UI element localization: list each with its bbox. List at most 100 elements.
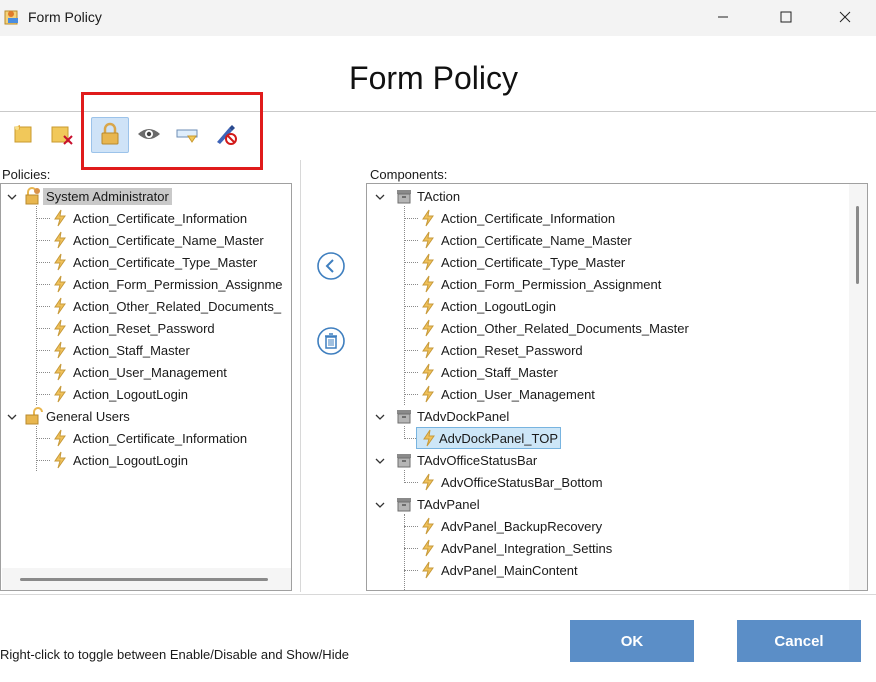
component-item[interactable]: Action_Certificate_Type_Master <box>404 251 628 273</box>
action-bolt-icon <box>418 274 438 294</box>
action-bolt-icon <box>50 428 70 448</box>
component-class-icon <box>394 406 414 426</box>
minimize-icon <box>717 11 729 26</box>
component-group[interactable]: TAdvPanel <box>394 493 483 515</box>
action-bolt-icon <box>50 296 70 316</box>
maximize-button[interactable] <box>763 0 809 36</box>
ok-button[interactable]: OK <box>570 620 694 662</box>
component-item[interactable]: AdvPanel_MainContent <box>404 559 581 581</box>
component-item[interactable]: Action_Other_Related_Documents_Master <box>404 317 692 339</box>
policy-item[interactable]: Action_User_Management <box>36 361 230 383</box>
action-bolt-icon <box>418 362 438 382</box>
component-item[interactable]: Action_Certificate_Name_Master <box>404 229 635 251</box>
collapse-toggle-icon[interactable] <box>6 191 18 203</box>
scrollbar-thumb[interactable] <box>856 206 859 284</box>
action-bolt-icon <box>418 560 438 580</box>
action-bolt-icon <box>50 384 70 404</box>
collapse-toggle-icon[interactable] <box>374 455 386 467</box>
close-button[interactable] <box>822 0 868 36</box>
action-bolt-icon <box>418 516 438 536</box>
policy-item[interactable]: Action_Form_Permission_Assignme <box>36 273 286 295</box>
maximize-icon <box>780 11 792 26</box>
action-bolt-icon <box>50 230 70 250</box>
disable-edit-button[interactable] <box>207 117 245 153</box>
action-bolt-icon <box>418 252 438 272</box>
lock-button[interactable] <box>91 117 129 153</box>
components-tree[interactable]: TAction Action_Certificate_Information A… <box>366 183 868 591</box>
policy-item[interactable]: Action_Certificate_Information <box>36 207 250 229</box>
policy-item[interactable]: Action_Reset_Password <box>36 317 218 339</box>
policy-item[interactable]: Action_LogoutLogin <box>36 449 191 471</box>
components-label: Components: <box>370 167 448 182</box>
action-bolt-icon <box>50 252 70 272</box>
policies-label: Policies: <box>2 167 51 182</box>
policy-group-label: General Users <box>46 408 130 424</box>
delete-policy-icon <box>47 122 75 149</box>
window-title: Form Policy <box>28 9 102 25</box>
collapse-toggle-icon[interactable] <box>374 499 386 511</box>
component-item[interactable]: AdvOfficeStatusBar_Bottom <box>404 471 606 493</box>
action-bolt-icon <box>50 362 70 382</box>
eye-button[interactable] <box>130 117 168 153</box>
action-bolt-icon <box>418 384 438 404</box>
component-class-icon <box>394 186 414 206</box>
component-item[interactable]: Action_Staff_Master <box>404 361 561 383</box>
cancel-button[interactable]: Cancel <box>737 620 861 662</box>
footer-separator <box>0 594 876 595</box>
back-arrow-icon <box>316 251 346 284</box>
component-item[interactable]: AdvPanel_BackupRecovery <box>404 515 605 537</box>
component-item[interactable]: Action_LogoutLogin <box>404 295 559 317</box>
lock-icon <box>99 122 121 149</box>
action-bolt-icon <box>418 230 438 250</box>
component-class-icon <box>394 494 414 514</box>
action-bolt-icon <box>418 318 438 338</box>
policy-item[interactable]: Action_Certificate_Name_Master <box>36 229 267 251</box>
action-bolt-icon <box>418 208 438 228</box>
action-bolt-icon <box>50 340 70 360</box>
unlock-icon <box>23 406 43 426</box>
horizontal-scrollbar[interactable] <box>2 568 291 590</box>
policy-group[interactable]: General Users <box>23 405 133 427</box>
policy-item[interactable]: Action_Other_Related_Documents_ <box>36 295 284 317</box>
component-item[interactable]: AdvPanel_Integration_Settins <box>404 537 615 559</box>
collapse-toggle-icon[interactable] <box>6 411 18 423</box>
assign-back-button[interactable] <box>316 251 346 284</box>
header: Form Policy <box>0 36 876 112</box>
component-group[interactable]: TAction <box>394 185 463 207</box>
collapse-toggle-icon[interactable] <box>374 191 386 203</box>
title-bar: Form Policy <box>0 0 876 36</box>
component-item-selected[interactable]: AdvDockPanel_TOP <box>404 427 561 449</box>
group-lock-icon <box>23 186 43 206</box>
component-group[interactable]: TAdvDockPanel <box>394 405 512 427</box>
action-bolt-icon <box>418 472 438 492</box>
page-title: Form Policy <box>349 60 518 96</box>
policy-item[interactable]: Action_LogoutLogin <box>36 383 191 405</box>
collapse-toggle-icon[interactable] <box>374 411 386 423</box>
component-group[interactable]: TAdvOfficeStatusBar <box>394 449 540 471</box>
action-bolt-icon <box>418 340 438 360</box>
component-item[interactable]: Action_Form_Permission_Assignment <box>404 273 664 295</box>
remove-button[interactable] <box>316 326 346 359</box>
policy-group[interactable]: System Administrator <box>23 185 172 207</box>
action-bolt-icon <box>419 428 439 448</box>
policy-item[interactable]: Action_Staff_Master <box>36 339 193 361</box>
new-policy-button[interactable] <box>4 117 42 153</box>
policy-item[interactable]: Action_Certificate_Type_Master <box>36 251 260 273</box>
policy-item[interactable]: Action_Certificate_Information <box>36 427 250 449</box>
form-policy-app-icon <box>3 8 21 26</box>
edit-field-button[interactable] <box>168 117 206 153</box>
component-item[interactable]: Action_Reset_Password <box>404 339 586 361</box>
vertical-scrollbar[interactable] <box>849 184 867 590</box>
component-item[interactable]: Action_Certificate_Information <box>404 207 618 229</box>
scrollbar-thumb[interactable] <box>20 578 268 581</box>
policies-tree[interactable]: System Administrator Action_Certificate_… <box>0 183 292 591</box>
delete-policy-button[interactable] <box>42 117 80 153</box>
edit-field-icon <box>174 122 200 149</box>
eye-icon <box>136 124 162 147</box>
action-bolt-icon <box>50 274 70 294</box>
action-bolt-icon <box>50 208 70 228</box>
component-item[interactable]: Action_User_Management <box>404 383 598 405</box>
trash-icon <box>316 326 346 359</box>
close-icon <box>839 11 851 26</box>
minimize-button[interactable] <box>700 0 746 36</box>
